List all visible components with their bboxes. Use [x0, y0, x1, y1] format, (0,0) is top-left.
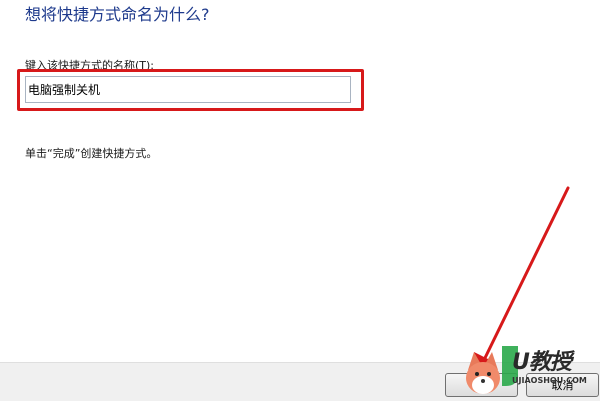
watermark-site: UJIAOSHOU.COM [512, 376, 587, 385]
shortcut-name-input[interactable] [25, 76, 351, 103]
shortcut-name-label: 键入该快捷方式的名称(T): [25, 59, 155, 72]
dialog-title: 想将快捷方式命名为什么? [25, 5, 210, 24]
finish-instruction: 单击“完成”创建快捷方式。 [25, 147, 158, 160]
watermark-brand: U教授 [512, 350, 572, 375]
arrow-shaft [482, 186, 570, 362]
finish-button[interactable]: 完 [445, 373, 518, 397]
